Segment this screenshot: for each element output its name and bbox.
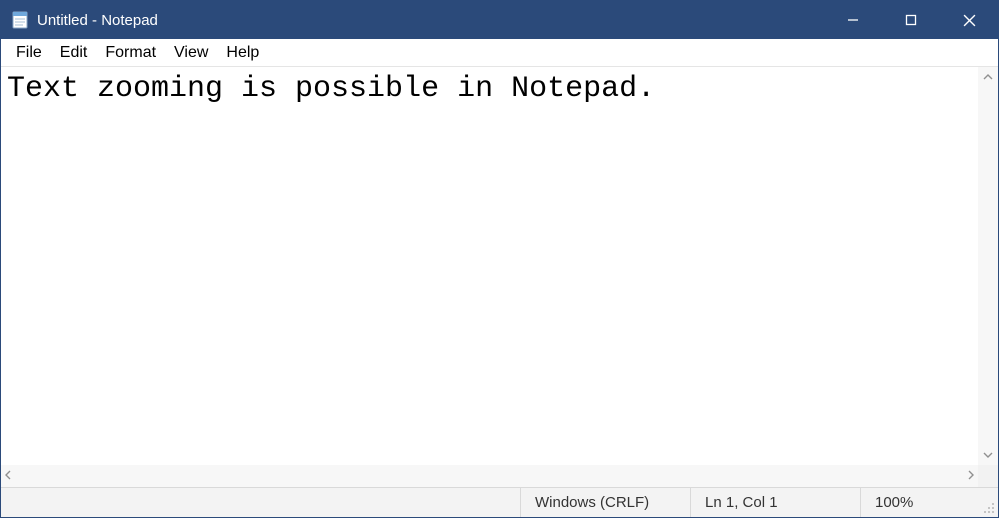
text-editor[interactable]: Text zooming is possible in Notepad. [1, 67, 998, 465]
notepad-icon [11, 11, 29, 29]
menu-view[interactable]: View [165, 42, 217, 64]
status-zoom-level: 100% [860, 488, 980, 517]
vertical-scrollbar[interactable] [978, 67, 998, 465]
resize-grip[interactable] [980, 488, 998, 517]
editor-area: Text zooming is possible in Notepad. [1, 67, 998, 487]
title-bar[interactable]: Untitled - Notepad [1, 1, 998, 39]
menu-file[interactable]: File [7, 42, 51, 64]
menu-help[interactable]: Help [217, 42, 268, 64]
menu-format[interactable]: Format [96, 42, 165, 64]
menu-bar: File Edit Format View Help [1, 39, 998, 67]
status-spacer [1, 488, 520, 517]
menu-edit[interactable]: Edit [51, 42, 97, 64]
window-title: Untitled - Notepad [37, 12, 158, 29]
scroll-left-icon [5, 470, 11, 483]
close-button[interactable] [940, 1, 998, 39]
status-bar: Windows (CRLF) Ln 1, Col 1 100% [1, 487, 998, 517]
status-cursor-position: Ln 1, Col 1 [690, 488, 860, 517]
scroll-corner [978, 465, 998, 487]
horizontal-scrollbar[interactable] [1, 465, 978, 487]
maximize-button[interactable] [882, 1, 940, 39]
scroll-right-icon [968, 470, 974, 483]
scroll-up-icon [983, 71, 993, 83]
scroll-down-icon [983, 449, 993, 461]
minimize-button[interactable] [824, 1, 882, 39]
status-line-ending: Windows (CRLF) [520, 488, 690, 517]
